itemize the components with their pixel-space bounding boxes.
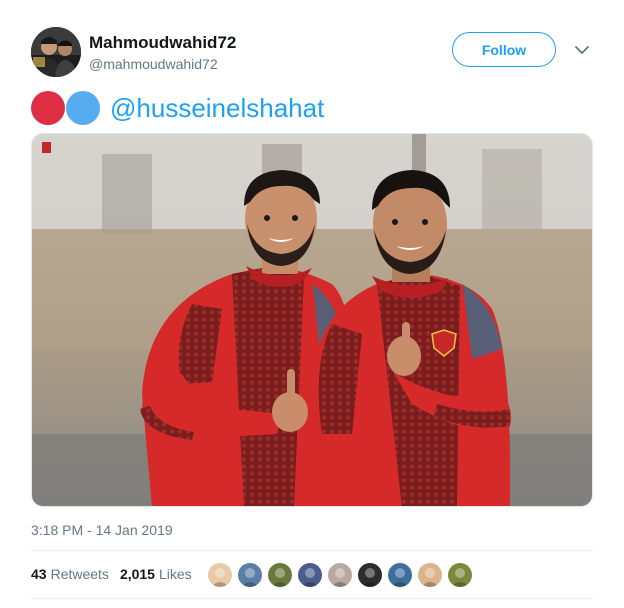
liker-avatar[interactable] [298,563,322,587]
divider-bottom [31,598,593,599]
tweet-text: @husseinelshahat [31,89,324,127]
likes-stat[interactable]: 2,015 Likes [120,566,192,582]
divider-top [31,550,593,551]
likes-count: 2,015 [119,566,155,582]
liker-avatar[interactable] [328,563,352,587]
tweet-stats: 43 Retweets 2,015 Likes [31,566,203,582]
blue-circle-emoji [66,91,100,125]
author-display-name[interactable]: Mahmoudwahid72 [89,33,236,53]
mention-link[interactable]: @husseinelshahat [110,93,324,124]
red-circle-emoji [31,91,65,125]
liker-avatars [208,563,478,587]
chevron-down-icon[interactable] [572,42,592,58]
tweet-card: Mahmoudwahid72 @mahmoudwahid72 Follow @h… [0,0,624,608]
liker-avatar[interactable] [388,563,412,587]
likes-label: Likes [158,566,192,582]
tweet-photo[interactable] [31,133,593,507]
retweets-label: Retweets [50,566,109,582]
liker-avatar[interactable] [208,563,232,587]
liker-avatar[interactable] [358,563,382,587]
retweets-count: 43 [31,566,47,582]
retweets-stat[interactable]: 43 Retweets [31,566,109,582]
liker-avatar[interactable] [268,563,292,587]
liker-avatar[interactable] [448,563,472,587]
author-avatar[interactable] [31,27,81,77]
tweet-timestamp[interactable]: 3:18 PM - 14 Jan 2019 [31,522,173,538]
liker-avatar[interactable] [238,563,262,587]
follow-button[interactable]: Follow [452,32,556,67]
author-handle[interactable]: @mahmoudwahid72 [89,56,218,72]
liker-avatar[interactable] [418,563,442,587]
